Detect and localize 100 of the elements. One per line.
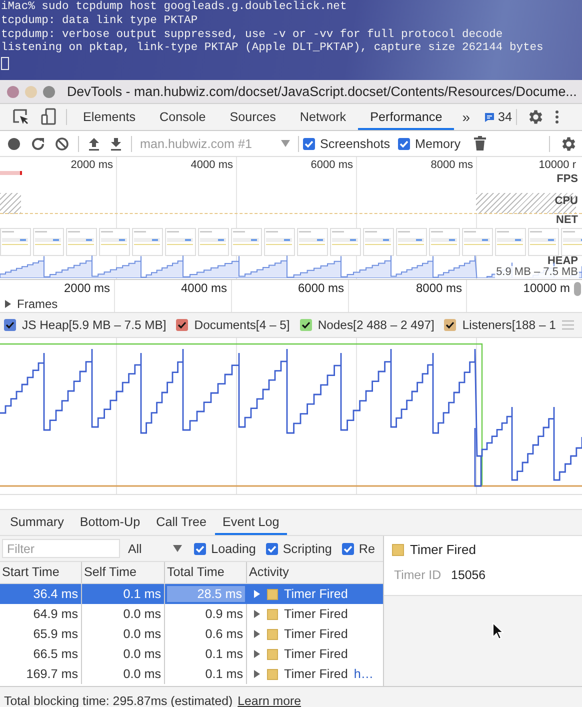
table-cell: 0.1 ms xyxy=(165,644,247,664)
checkbox-label: Loading xyxy=(211,542,256,556)
track-label: CPU xyxy=(554,195,578,207)
event-row[interactable]: 169.7 ms 0.0 ms 0.1 ms Timer Fired h… xyxy=(0,664,383,684)
terminal-line: tcpdump: verbose output suppressed, use -v or -vv for full protocol decode xyxy=(0,28,504,42)
column-header[interactable]: Start Time xyxy=(0,562,82,583)
screenshot-thumbnail xyxy=(396,228,427,256)
checkbox[interactable] xyxy=(303,138,315,150)
cursor-icon xyxy=(1,57,9,70)
screenshot-thumbnail xyxy=(363,228,394,256)
time-tick: 8000 ms xyxy=(416,281,462,295)
panel-tab[interactable]: Console xyxy=(148,104,218,130)
table-cell: 0.0 ms xyxy=(82,664,165,684)
inspect-icon[interactable] xyxy=(11,107,31,127)
scrollbar-thumb[interactable] xyxy=(574,282,581,296)
time-tick: 2000 ms xyxy=(70,159,113,171)
table-cell: 0.6 ms xyxy=(165,624,247,644)
table-cell: 65.9 ms xyxy=(0,624,82,644)
table-cell: 66.5 ms xyxy=(0,644,82,664)
learn-more-link[interactable]: Learn more xyxy=(238,694,302,707)
menu-icon[interactable] xyxy=(554,109,560,125)
trash-icon[interactable] xyxy=(474,136,486,151)
table-cell: 169.7 ms xyxy=(0,664,82,684)
checkbox[interactable] xyxy=(266,542,278,554)
panel-tab[interactable]: Sources xyxy=(218,104,288,130)
table-cell: 0.0 ms xyxy=(82,644,165,664)
view-tab[interactable]: Summary xyxy=(2,510,72,535)
track-label: HEAP xyxy=(547,255,578,267)
time-tick: 4000 ms xyxy=(180,281,227,295)
record-icon[interactable] xyxy=(7,136,21,150)
event-row[interactable]: 64.9 ms 0.0 ms 0.9 ms Timer Fired xyxy=(0,604,383,624)
counter-checkbox[interactable] xyxy=(444,319,456,331)
pointer-icon xyxy=(492,622,504,640)
device-icon[interactable] xyxy=(41,107,57,127)
screenshot-thumbnail xyxy=(297,228,328,256)
view-tab[interactable]: Bottom-Up xyxy=(72,510,148,535)
heap-range: 5.9 MB – 7.5 MB xyxy=(495,266,579,278)
frames-track[interactable]: Frames xyxy=(4,297,58,311)
screenshot-thumbnail xyxy=(495,228,526,256)
time-tick: 2000 ms xyxy=(64,281,110,295)
time-tick: 10000 r xyxy=(538,159,576,171)
screenshot-thumbnail xyxy=(165,228,196,256)
panel-tab[interactable]: Performance xyxy=(358,104,454,130)
maximize-icon[interactable] xyxy=(43,86,55,98)
column-header[interactable]: Self Time xyxy=(82,562,165,583)
caret-icon xyxy=(281,140,290,147)
time-tick: 6000 ms xyxy=(298,281,344,295)
table-cell: 0.0 ms xyxy=(82,604,165,624)
timer-swatch-icon xyxy=(267,628,278,640)
table-cell: 0.1 ms xyxy=(82,584,165,604)
activity-name: Timer Fired xyxy=(284,606,348,623)
upload-icon[interactable] xyxy=(88,136,100,150)
expand-icon[interactable] xyxy=(253,650,261,658)
time-tick: 6000 ms xyxy=(310,159,353,171)
counter-checkbox[interactable] xyxy=(4,319,16,331)
table-cell: 0.9 ms xyxy=(165,604,247,624)
event-row[interactable]: 66.5 ms 0.0 ms 0.1 ms Timer Fired xyxy=(0,644,383,664)
event-row[interactable]: 65.9 ms 0.0 ms 0.6 ms Timer Fired xyxy=(0,624,383,644)
clear-icon[interactable] xyxy=(55,136,69,150)
checkbox[interactable] xyxy=(398,138,410,150)
level-select[interactable]: All xyxy=(128,542,182,556)
track-label: NET xyxy=(556,214,578,226)
column-header[interactable]: Activity xyxy=(247,562,383,583)
column-header[interactable]: Total Time xyxy=(165,562,247,583)
table-cell: 28.5 ms xyxy=(167,586,245,602)
track-label: FPS xyxy=(556,173,578,185)
time-tick: 8000 ms xyxy=(430,159,473,171)
expand-icon[interactable] xyxy=(253,630,261,638)
activity-name: Timer Fired xyxy=(284,626,348,643)
event-row[interactable]: 36.4 ms 0.1 ms 28.5 ms Timer Fired xyxy=(0,584,383,604)
checkbox[interactable] xyxy=(194,542,206,554)
panel-tab[interactable]: Network xyxy=(288,104,358,130)
panel-tab[interactable]: Elements xyxy=(71,104,148,130)
window-title: DevTools - man.hubwiz.com/docset/JavaScript.docset/Contents/Resources/Docume... xyxy=(67,84,577,99)
checkbox[interactable] xyxy=(342,542,354,554)
table-cell: 0.0 ms xyxy=(82,624,165,644)
time-tick: 10000 m xyxy=(523,281,570,295)
activity-name: Timer Fired xyxy=(284,586,348,603)
expand-icon[interactable] xyxy=(253,590,261,598)
counter-label: Nodes[2 488 – 2 497] xyxy=(318,318,434,332)
download-icon[interactable] xyxy=(110,136,122,150)
more-tabs-button[interactable]: » xyxy=(454,109,478,125)
timer-swatch-icon xyxy=(392,544,404,556)
table-cell: 0.1 ms xyxy=(165,664,247,684)
view-tab[interactable]: Call Tree xyxy=(148,510,214,535)
filter-field[interactable]: Filter xyxy=(2,539,120,558)
screenshot-thumbnail xyxy=(264,228,295,256)
counter-checkbox[interactable] xyxy=(176,319,188,331)
timer-swatch-icon xyxy=(267,668,278,680)
reload-icon[interactable] xyxy=(31,136,45,150)
activity-name: Timer Fired xyxy=(284,646,348,663)
counter-checkbox[interactable] xyxy=(300,319,312,331)
field-value: 15056 xyxy=(451,568,486,582)
source-link[interactable]: h… xyxy=(354,664,374,684)
expand-icon[interactable] xyxy=(253,610,261,618)
messages-badge[interactable]: 34 xyxy=(484,110,512,124)
expand-icon[interactable] xyxy=(253,670,261,678)
screenshot-thumbnail xyxy=(132,228,163,256)
checkbox-label: Memory xyxy=(415,136,460,150)
table-cell: 36.4 ms xyxy=(0,584,82,604)
